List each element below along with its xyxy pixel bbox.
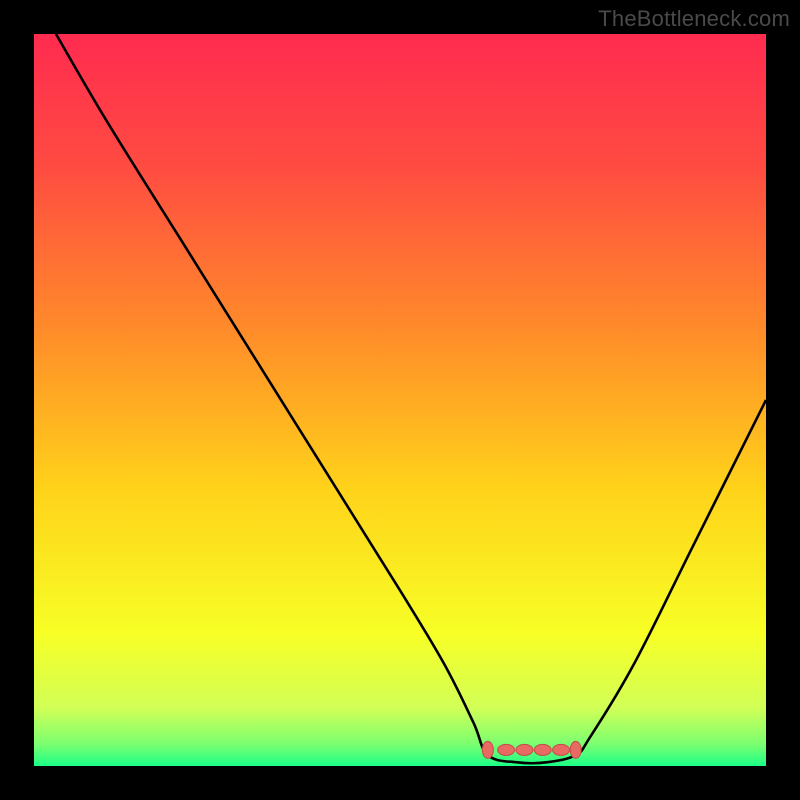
- optimal-marker: [553, 744, 570, 755]
- optimal-marker: [534, 744, 551, 755]
- optimal-marker: [498, 744, 515, 755]
- chart-overlay: [34, 34, 766, 766]
- watermark-text: TheBottleneck.com: [598, 6, 790, 32]
- chart-container: TheBottleneck.com: [0, 0, 800, 800]
- optimal-marker: [482, 741, 493, 758]
- bottleneck-curve: [56, 34, 766, 763]
- optimal-marker: [516, 744, 533, 755]
- optimal-marker: [570, 741, 581, 758]
- optimal-range-markers: [482, 741, 581, 758]
